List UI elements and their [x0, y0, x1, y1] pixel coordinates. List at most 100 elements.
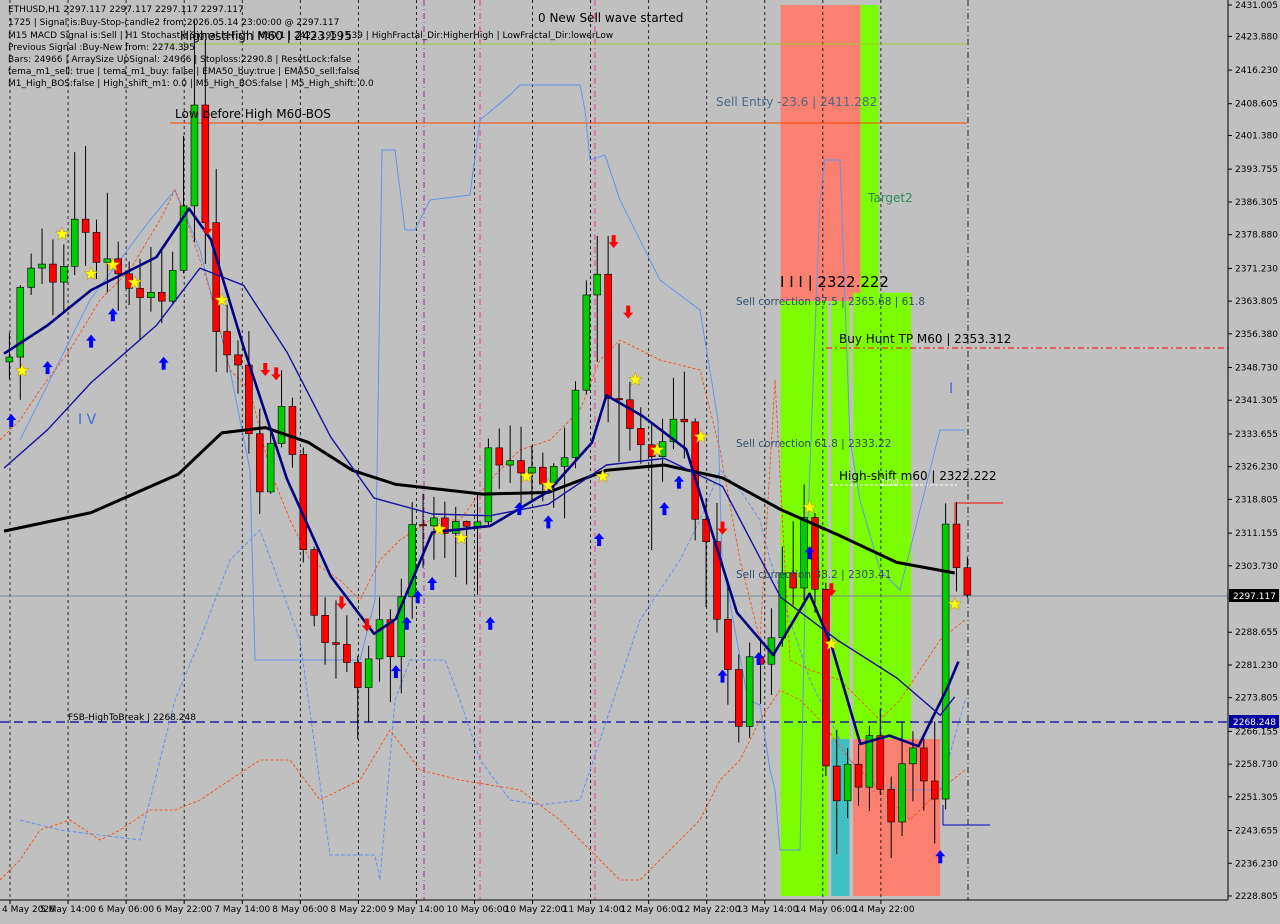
candle-bear — [963, 567, 972, 596]
candle-bear — [626, 399, 634, 429]
info-line-1: 1725 | Signal is:Buy-Stop-candle2 from:2… — [8, 18, 339, 28]
time-tick-label: 14 May 22:00 — [853, 905, 915, 915]
price-tick-label: 2341.305 — [1235, 396, 1278, 406]
time-tick-label: 12 May 06:00 — [621, 905, 683, 915]
candle-bear — [539, 466, 547, 485]
sell-correction-87-label: Sell correction 87.5 | 2365.68 | 61.8 — [736, 296, 925, 308]
candle-bull — [909, 747, 917, 765]
chart-root: ETHUSD,H1 2297.117 2297.117 2297.117 229… — [0, 0, 1280, 920]
low-before-high-label: Low before High M60-BOS — [175, 107, 331, 121]
candle-bear — [876, 735, 885, 790]
time-tick-label: 7 May 14:00 — [214, 905, 270, 915]
wave-i-label: I — [949, 381, 953, 397]
price-tick-label: 2273.805 — [1235, 694, 1278, 704]
candle-bull — [430, 517, 438, 527]
time-tick-label: 14 May 06:00 — [795, 905, 857, 915]
candle-bear — [212, 222, 220, 332]
candle-bull — [593, 273, 601, 296]
candle-bull — [941, 523, 950, 800]
candle-bear — [822, 589, 830, 767]
zone-red-0 — [780, 5, 861, 302]
candle-bear — [223, 331, 231, 356]
candle-bear — [343, 644, 351, 663]
candle-bear — [680, 418, 689, 423]
candle-bull — [60, 266, 68, 283]
candle-bear — [299, 454, 308, 550]
candle-bear — [854, 763, 863, 788]
candle-bull — [560, 457, 569, 467]
candle-bear — [354, 662, 362, 688]
price-tick-label: 2363.805 — [1235, 297, 1278, 307]
price-tick-label: 2333.655 — [1235, 430, 1278, 440]
time-tick-label: 8 May 06:00 — [272, 905, 328, 915]
price-tick-label: 2348.730 — [1235, 364, 1278, 374]
time-tick-label: 8 May 22:00 — [330, 905, 386, 915]
price-tick-label: 2288.655 — [1235, 628, 1278, 638]
candle-bear — [158, 292, 166, 302]
candle-bull — [38, 263, 46, 269]
candle-bull — [473, 521, 482, 527]
candle-bear — [615, 398, 623, 401]
zone-green-5 — [860, 5, 879, 293]
time-tick-label: 10 May 06:00 — [446, 905, 508, 915]
candle-bull — [898, 763, 906, 823]
price-tick-label: 2378.880 — [1235, 231, 1278, 241]
price-tick-label: 2393.755 — [1235, 165, 1278, 175]
candle-bear — [920, 747, 928, 782]
candle-bull — [778, 572, 787, 639]
time-axis[interactable]: 4 May 20265 May 14:00 6 May 06:00 6 May 22… — [0, 899, 1228, 920]
candle-bear — [81, 218, 90, 233]
candle-bear — [256, 433, 264, 493]
candle-bull — [364, 658, 373, 688]
time-tick-label: 6 May 06:00 — [98, 905, 154, 915]
price-tick-label: 2258.730 — [1235, 760, 1278, 770]
price-tick-label: 2356.380 — [1235, 330, 1278, 340]
price-tick-label: 2423.880 — [1235, 32, 1278, 42]
price-tick-label: 2408.605 — [1235, 100, 1278, 110]
candle-bear — [136, 288, 144, 298]
sell-entry-label: Sell Entry -23.6 | 2411.282 — [716, 95, 877, 109]
price-tick-label: 2303.730 — [1235, 562, 1278, 572]
time-tick-label: 10 May 22:00 — [505, 905, 567, 915]
price-axis[interactable]: 2431.005 2423.880 2416.230 2408.605 2401.380… — [1227, 0, 1280, 902]
sell-correction-38-label: Sell correction 38.2 | 2303.41 — [736, 569, 891, 581]
candle-bull — [168, 269, 177, 302]
candle-bear — [321, 615, 329, 643]
candle-bull — [506, 460, 514, 466]
candle-bear — [49, 263, 57, 283]
info-line-4: Bars: 24966 | ArraySize UpSignal: 24966 … — [8, 55, 352, 65]
zone-green-4 — [853, 292, 912, 740]
price-tick-label: 2251.305 — [1235, 793, 1278, 803]
zone-teal-3 — [831, 739, 850, 896]
candle-bull — [277, 406, 286, 444]
wave-iv-label: I V — [78, 412, 97, 428]
candle-bear — [234, 354, 242, 366]
candle-bear — [735, 669, 743, 727]
candle-bull — [571, 389, 580, 458]
candle-bull — [582, 294, 591, 391]
candle-bull — [266, 443, 275, 493]
time-tick-label: 9 May 14:00 — [388, 905, 444, 915]
candle-bear — [952, 523, 961, 569]
fsb-label: FSB-HighToBreak | 2268.248 — [68, 713, 196, 723]
price-tick-label: 2326.230 — [1235, 463, 1278, 473]
candle-bear — [495, 447, 504, 466]
price-tick-label: 2416.230 — [1235, 66, 1278, 76]
price-tick-label: 2281.230 — [1235, 661, 1278, 671]
current-price-tag-text: 2297.117 — [1233, 592, 1276, 602]
price-chart[interactable]: ETHUSD,H1 2297.117 2297.117 2297.117 229… — [0, 0, 1280, 920]
price-tick-label: 2228.805 — [1235, 892, 1278, 902]
candle-bear — [288, 406, 297, 455]
candle-bull — [16, 287, 25, 358]
info-line-5: tema_m1_sell: true | tema_m1_buy: false … — [8, 67, 360, 77]
candle-bull — [843, 763, 852, 802]
time-tick-label: 12 May 22:00 — [679, 905, 741, 915]
price-tick-label: 2243.655 — [1235, 827, 1278, 837]
symbol-line: ETHUSD,H1 2297.117 2297.117 2297.117 229… — [8, 5, 244, 15]
price-tick-label: 2311.155 — [1235, 529, 1278, 539]
candle-bear — [201, 104, 210, 223]
price-tick-label: 2266.155 — [1235, 727, 1278, 737]
price-tick-label: 2236.230 — [1235, 859, 1278, 869]
new-wave-label: 0 New Sell wave started — [538, 11, 683, 25]
candle-bull — [451, 521, 460, 534]
